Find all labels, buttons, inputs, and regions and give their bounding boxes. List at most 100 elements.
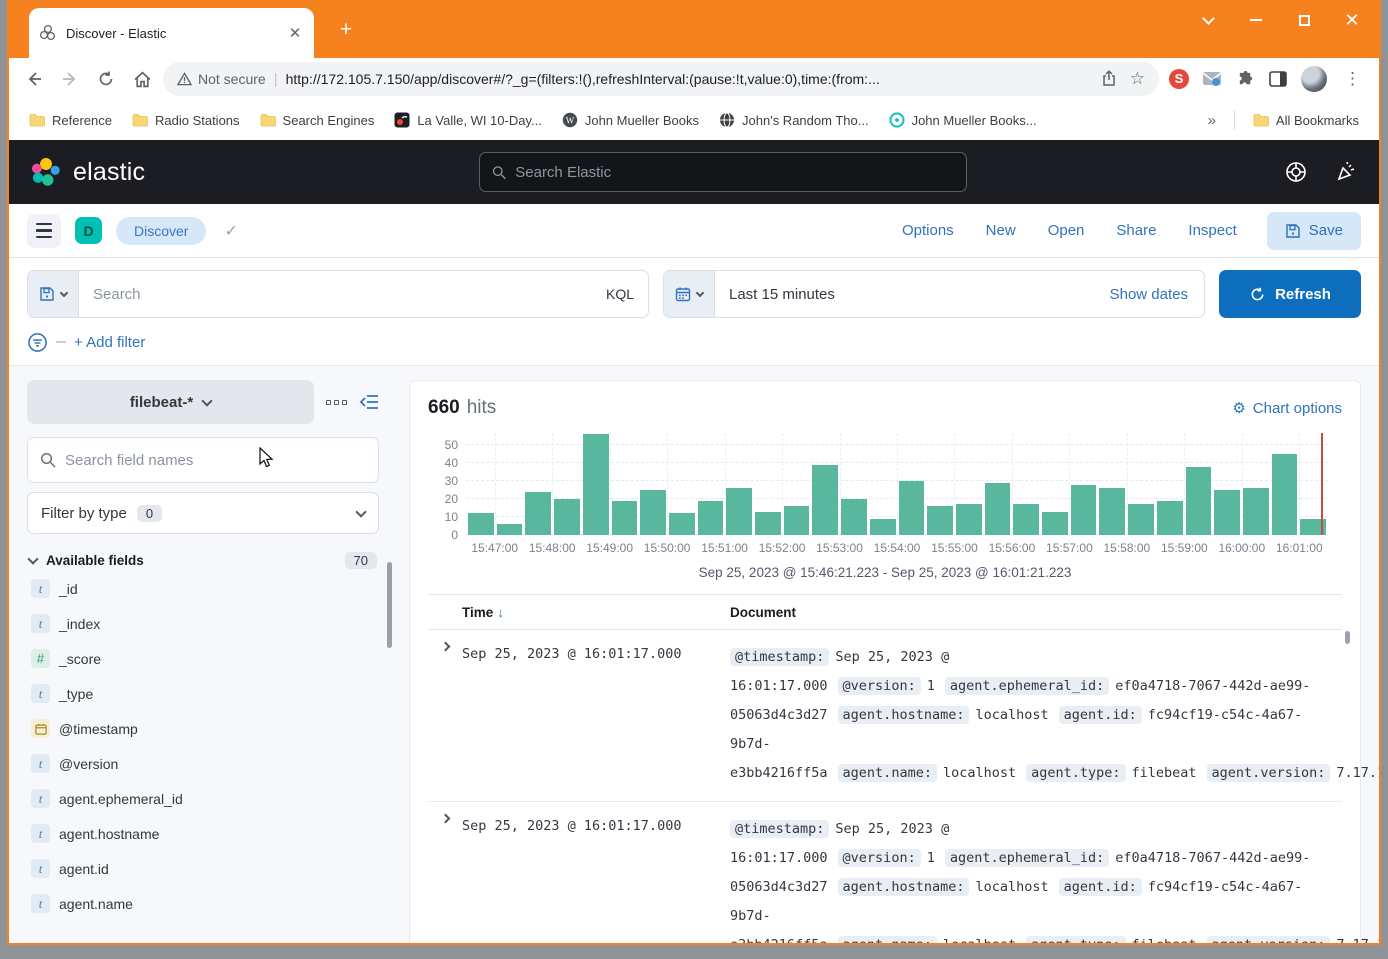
histogram-bar[interactable] — [1013, 504, 1039, 535]
field-item[interactable]: @timestamp — [27, 711, 379, 746]
filter-icon[interactable] — [27, 332, 48, 353]
side-panel-icon[interactable] — [1268, 69, 1288, 89]
field-search-input[interactable] — [65, 452, 366, 469]
breadcrumb[interactable]: Discover — [116, 217, 206, 245]
time-range-value[interactable]: Last 15 minutes — [715, 286, 1094, 303]
field-item[interactable]: t@version — [27, 746, 379, 781]
field-item[interactable]: tagent.id — [27, 851, 379, 886]
global-search-input[interactable] — [515, 164, 954, 181]
filter-by-type-dropdown[interactable]: Filter by type 0 — [27, 492, 379, 534]
chart-options-button[interactable]: ⚙ Chart options — [1232, 399, 1342, 417]
profile-avatar[interactable] — [1301, 66, 1327, 92]
help-icon[interactable] — [1285, 161, 1307, 183]
field-item[interactable]: tagent.ephemeral_id — [27, 781, 379, 816]
bookmark-star-icon[interactable]: ☆ — [1130, 69, 1145, 89]
new-tab-button[interactable]: + — [334, 18, 358, 42]
menu-inspect[interactable]: Inspect — [1188, 222, 1236, 239]
expand-row-icon[interactable] — [428, 815, 462, 945]
bookmark-item[interactable]: Reference — [21, 108, 120, 132]
histogram-bar[interactable] — [927, 506, 953, 535]
histogram-bar[interactable] — [698, 501, 724, 535]
menu-new[interactable]: New — [986, 222, 1016, 239]
browser-tab[interactable]: Discover - Elastic ✕ — [29, 8, 314, 58]
all-bookmarks-button[interactable]: All Bookmarks — [1245, 108, 1367, 132]
more-options-icon[interactable] — [326, 400, 347, 405]
close-button[interactable]: ✕ — [1345, 13, 1359, 27]
add-filter-button[interactable]: + Add filter — [74, 334, 145, 351]
tab-search-icon[interactable] — [1201, 13, 1215, 27]
time-column-header[interactable]: Time↓ — [462, 605, 700, 620]
histogram-bar[interactable] — [956, 504, 982, 535]
reload-button[interactable] — [91, 64, 121, 94]
histogram-bar[interactable] — [669, 513, 695, 535]
field-item[interactable]: t_index — [27, 606, 379, 641]
newsfeed-icon[interactable] — [1335, 161, 1357, 183]
histogram-bar[interactable] — [612, 501, 638, 535]
histogram-bar[interactable] — [497, 524, 523, 535]
maximize-button[interactable] — [1297, 13, 1311, 27]
histogram-bar[interactable] — [1186, 467, 1212, 535]
show-dates-button[interactable]: Show dates — [1094, 286, 1204, 303]
histogram-bar[interactable] — [1099, 488, 1125, 535]
chrome-menu-icon[interactable]: ⋮ — [1340, 69, 1365, 89]
minimize-button[interactable] — [1249, 13, 1263, 27]
security-indicator[interactable]: Not secure — [177, 71, 266, 87]
histogram-bar[interactable] — [1071, 485, 1097, 535]
histogram-bar[interactable] — [554, 499, 580, 535]
global-search[interactable] — [479, 152, 967, 192]
field-item[interactable]: tagent.hostname — [27, 816, 379, 851]
histogram-bar[interactable] — [812, 465, 838, 535]
address-bar[interactable]: Not secure | http://172.105.7.150/app/di… — [163, 62, 1159, 96]
menu-options[interactable]: Options — [902, 222, 954, 239]
histogram-bar[interactable] — [1243, 488, 1269, 535]
histogram-bar[interactable] — [985, 483, 1011, 535]
bookmark-item[interactable]: Search Engines — [252, 108, 383, 132]
index-pattern-select[interactable]: filebeat-* — [27, 380, 314, 424]
back-button[interactable] — [19, 64, 49, 94]
field-item[interactable]: t_id — [27, 571, 379, 606]
histogram-bar[interactable] — [468, 513, 494, 535]
query-input[interactable] — [79, 271, 592, 317]
histogram-bar[interactable] — [1272, 454, 1298, 535]
histogram-bar[interactable] — [784, 506, 810, 535]
histogram-bar[interactable] — [899, 481, 925, 535]
menu-share[interactable]: Share — [1116, 222, 1156, 239]
collapse-sidebar-icon[interactable] — [359, 393, 379, 411]
histogram-bar[interactable] — [1157, 501, 1183, 535]
bookmark-item[interactable]: John Mueller Books... — [881, 108, 1045, 132]
histogram-bar[interactable] — [583, 434, 609, 535]
histogram-bar[interactable] — [870, 519, 896, 535]
query-language-button[interactable]: KQL — [592, 271, 648, 317]
share-icon[interactable] — [1100, 70, 1118, 88]
elastic-logo[interactable]: elastic — [29, 156, 145, 188]
field-search[interactable] — [27, 437, 379, 483]
field-item[interactable]: tagent.name — [27, 886, 379, 921]
bookmark-item[interactable]: Radio Stations — [124, 108, 248, 132]
space-avatar[interactable]: D — [75, 217, 102, 244]
histogram-bar[interactable] — [1042, 512, 1068, 535]
extension-s-icon[interactable]: S — [1169, 69, 1189, 89]
bookmark-item[interactable]: WJohn Mueller Books — [554, 108, 707, 132]
tab-close-icon[interactable]: ✕ — [286, 24, 304, 42]
histogram-bar[interactable] — [1214, 490, 1240, 535]
histogram-bar[interactable] — [755, 512, 781, 535]
forward-button[interactable] — [55, 64, 85, 94]
menu-open[interactable]: Open — [1048, 222, 1085, 239]
refresh-button[interactable]: Refresh — [1219, 270, 1361, 318]
extensions-puzzle-icon[interactable] — [1235, 69, 1255, 89]
bookmarks-overflow-icon[interactable]: » — [1200, 112, 1224, 129]
time-quick-menu[interactable] — [664, 271, 715, 317]
table-scrollbar[interactable] — [1345, 631, 1350, 644]
histogram-bar[interactable] — [841, 499, 867, 535]
expand-row-icon[interactable] — [428, 643, 462, 788]
save-button[interactable]: Save — [1267, 212, 1361, 250]
field-item[interactable]: t_type — [27, 676, 379, 711]
histogram-bar[interactable] — [726, 488, 752, 535]
field-item[interactable]: #_score — [27, 641, 379, 676]
histogram-bar[interactable] — [1128, 504, 1154, 535]
histogram-bar[interactable] — [640, 490, 666, 535]
home-button[interactable] — [127, 64, 157, 94]
available-fields-header[interactable]: Available fields 70 — [27, 550, 379, 571]
saved-query-menu[interactable] — [28, 271, 79, 317]
bookmark-item[interactable]: La Valle, WI 10-Day... — [386, 108, 550, 132]
